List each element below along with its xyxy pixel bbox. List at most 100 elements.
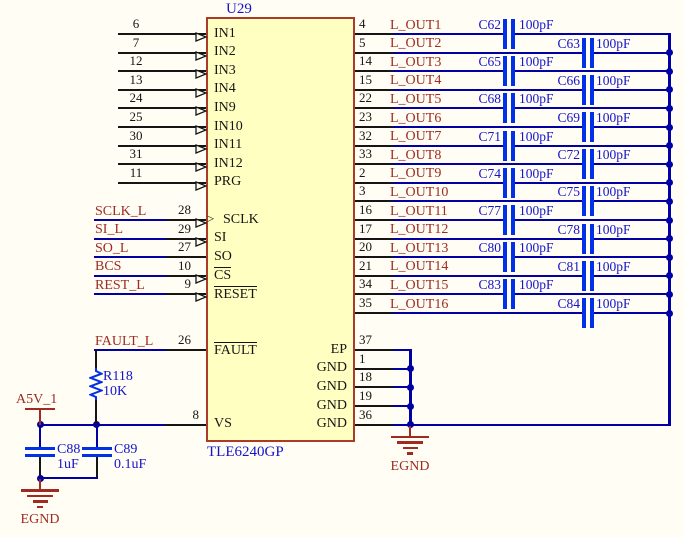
rail-wire xyxy=(40,423,165,426)
net-wire xyxy=(515,181,671,184)
net-label: L_OUT9 xyxy=(390,166,442,182)
pin-number: 7 xyxy=(132,34,140,50)
pin-arrow-icon xyxy=(195,122,208,135)
cap-plate xyxy=(582,37,586,68)
pin-arrow-icon xyxy=(195,66,208,80)
resistor-value: 10K xyxy=(103,384,128,399)
cap-ref: C83 xyxy=(478,277,501,293)
ground-bar xyxy=(27,494,53,498)
cap-value: 100pF xyxy=(596,221,631,237)
cap-ref: C69 xyxy=(557,110,580,125)
cap-ref: C68 xyxy=(478,91,501,107)
cap-plate xyxy=(503,93,507,124)
pin-number: 37 xyxy=(359,332,372,348)
net-wire xyxy=(594,200,671,203)
net-wire xyxy=(393,181,503,184)
cap-ref: C72 xyxy=(557,147,580,163)
cap-ref: C81 xyxy=(557,258,580,274)
net-wire xyxy=(393,126,582,128)
pin-name: IN1 xyxy=(214,25,236,41)
pin-name: CS xyxy=(214,267,232,283)
pin-name: GND xyxy=(316,416,347,432)
cap-lead xyxy=(96,424,98,447)
cap-plate xyxy=(590,260,594,291)
net-label: L_OUT16 xyxy=(390,296,449,312)
pin-arrow-icon xyxy=(195,159,208,173)
pin-name: IN10 xyxy=(214,118,243,134)
resistor-lead xyxy=(95,400,97,425)
cap-plate xyxy=(511,279,515,310)
schematic-canvas: U29 TLE6240GP 6 IN1 7 IN2 12 IN3 13 IN4 24 IN9 25 IN1… xyxy=(0,0,684,537)
cap-plate xyxy=(511,93,515,124)
cap-plate xyxy=(503,205,507,235)
net-wire xyxy=(594,237,671,240)
net-label: L_OUT4 xyxy=(390,73,442,89)
pin-line xyxy=(118,181,206,184)
cap-ref: C63 xyxy=(557,35,580,51)
cap-plate xyxy=(590,37,594,68)
pin-arrow-icon xyxy=(195,29,208,42)
cap-value: 100pF xyxy=(596,147,631,163)
cap-value: 100pF xyxy=(519,240,554,256)
pin-number: 13 xyxy=(129,71,143,87)
net-label: L_OUT11 xyxy=(390,203,448,219)
cap-ref: C88 xyxy=(57,442,81,457)
ground-bar xyxy=(37,505,43,509)
cap-plate xyxy=(582,149,586,180)
power-stub xyxy=(39,409,41,425)
pin-number: 11 xyxy=(129,164,143,180)
pin-name: RESET xyxy=(214,285,257,302)
net-label: L_OUT3 xyxy=(390,54,442,70)
net-label: L_OUT6 xyxy=(390,110,442,126)
pin-number: 18 xyxy=(359,369,372,385)
cap-plate xyxy=(503,130,507,161)
pin-arrow-icon xyxy=(195,215,208,228)
ground-label-left: EGND xyxy=(20,512,60,527)
cap-plate xyxy=(503,56,507,87)
cap-ref: C75 xyxy=(557,184,580,200)
cap-plate xyxy=(582,298,586,328)
net-wire xyxy=(393,219,503,221)
pin-name: IN9 xyxy=(214,99,236,115)
net-label: L_OUT15 xyxy=(390,277,449,293)
pin-name: IN11 xyxy=(214,137,243,153)
pin-line xyxy=(355,423,393,426)
resistor-lead xyxy=(95,350,97,368)
cap-plate xyxy=(582,112,586,142)
pin-number: 34 xyxy=(359,276,372,292)
cap-plate xyxy=(503,167,507,198)
net-wire xyxy=(515,293,671,296)
net-label: SI_L xyxy=(95,222,123,238)
net-wire xyxy=(393,70,503,73)
net-wire xyxy=(393,256,503,259)
pin-number: 21 xyxy=(359,257,372,273)
net-wire xyxy=(515,70,671,73)
cap-plate xyxy=(590,186,594,217)
pin-number: 19 xyxy=(359,388,372,403)
net-wire xyxy=(594,88,671,91)
net-wire xyxy=(94,293,168,296)
net-label: SCLK_L xyxy=(95,203,147,219)
pin-number: 35 xyxy=(359,295,372,310)
cap-plate xyxy=(582,186,586,217)
pin-line xyxy=(166,349,206,352)
ic-designator: U29 xyxy=(226,1,252,17)
cap-plate xyxy=(503,279,507,310)
net-wire xyxy=(594,51,671,54)
pin-number: 14 xyxy=(359,53,372,69)
net-label: SO_L xyxy=(95,240,129,256)
net-wire xyxy=(515,33,671,35)
cap-plate xyxy=(503,242,507,273)
pin-number: 32 xyxy=(359,127,372,143)
cap-value: 100pF xyxy=(596,296,631,311)
pin-arrow-icon xyxy=(195,85,208,98)
pin-number: 36 xyxy=(359,406,372,422)
pin-number: 16 xyxy=(359,202,372,217)
net-wire xyxy=(594,312,671,314)
cap-value: 100pF xyxy=(519,17,554,32)
pin-number: 24 xyxy=(129,90,143,106)
net-wire xyxy=(515,144,671,147)
cap-plate xyxy=(590,223,594,254)
cap-plate xyxy=(590,74,594,105)
cap-ref: C77 xyxy=(478,203,501,218)
